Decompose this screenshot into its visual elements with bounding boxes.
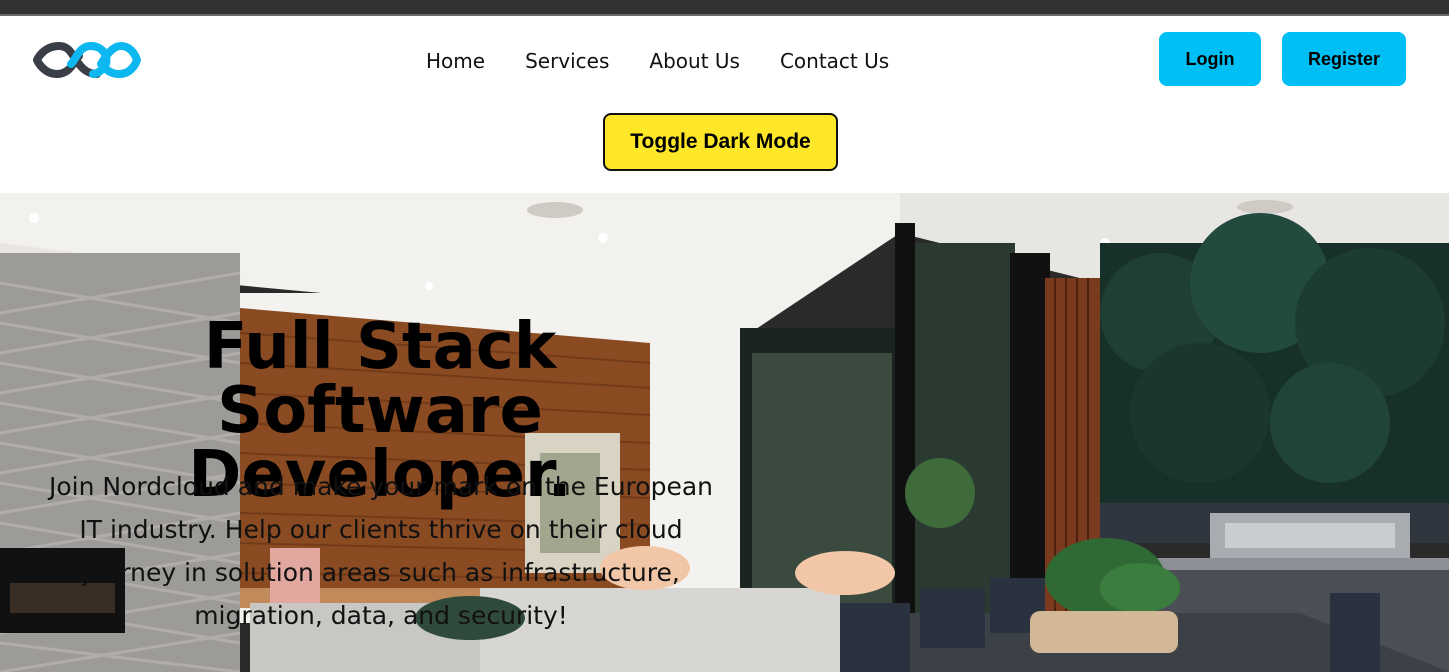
- nav-link-about-us[interactable]: About Us: [649, 46, 740, 76]
- nav-link-services[interactable]: Services: [525, 46, 609, 76]
- toggle-dark-mode-button[interactable]: Toggle Dark Mode: [603, 113, 838, 171]
- hero-section: Full Stack Software Developer. Join Nord…: [0, 193, 1449, 672]
- hero-body-text: Join Nordcloud and make your mark on the…: [48, 472, 713, 630]
- hero-title-line1: Full Stack: [203, 310, 557, 384]
- main-nav: Home Services About Us Contact Us: [426, 46, 889, 76]
- nav-link-contact-us[interactable]: Contact Us: [780, 46, 889, 76]
- nav-link-home[interactable]: Home: [426, 46, 485, 76]
- register-button[interactable]: Register: [1282, 32, 1406, 86]
- infinity-logo-icon[interactable]: [33, 38, 141, 82]
- site-header: Home Services About Us Contact Us Login …: [0, 16, 1449, 193]
- login-button[interactable]: Login: [1159, 32, 1261, 86]
- browser-top-bar: [0, 0, 1449, 16]
